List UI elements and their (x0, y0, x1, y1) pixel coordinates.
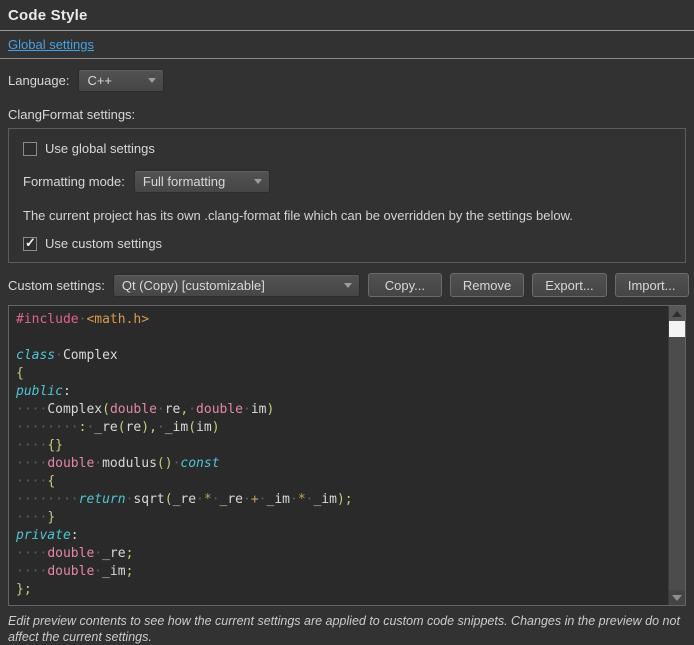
formatting-mode-dropdown-value: Full formatting (143, 174, 225, 189)
code-line: ····Complex(double·re,·double·im) (16, 401, 668, 419)
code-line: class·Complex (16, 347, 668, 365)
code-line: { (16, 365, 668, 383)
use-global-settings-checkbox[interactable] (23, 142, 37, 156)
code-line: }; (16, 581, 668, 599)
vertical-scrollbar[interactable] (668, 306, 685, 605)
triangle-up-icon (672, 311, 682, 317)
code-line: ····{} (16, 437, 668, 455)
use-custom-settings-checkbox-row[interactable]: Use custom settings (23, 236, 685, 251)
code-line: #include·<math.h> (16, 311, 668, 329)
scroll-down-button[interactable] (669, 590, 685, 605)
code-line: ····double·_im; (16, 563, 668, 581)
use-custom-settings-label: Use custom settings (45, 236, 162, 251)
global-settings-link[interactable]: Global settings (8, 37, 94, 52)
import-button[interactable]: Import... (615, 273, 689, 297)
copy-button[interactable]: Copy... (368, 273, 442, 297)
code-line: ········return·sqrt(_re·*·_re·+·_im·*·_i… (16, 491, 668, 509)
language-row: Language: C++ (8, 69, 694, 92)
scroll-up-button[interactable] (669, 306, 685, 321)
code-line: ····} (16, 509, 668, 527)
custom-settings-dropdown[interactable]: Qt (Copy) [customizable] (113, 274, 360, 297)
formatting-mode-row: Formatting mode: Full formatting (23, 170, 685, 193)
language-label: Language: (8, 73, 69, 88)
link-separator (0, 58, 694, 59)
custom-settings-row: Custom settings: Qt (Copy) [customizable… (8, 273, 694, 297)
use-global-settings-checkbox-row[interactable]: Use global settings (23, 141, 685, 156)
code-line: private: (16, 527, 668, 545)
triangle-down-icon (672, 595, 682, 601)
code-line: ····double·_re; (16, 545, 668, 563)
formatting-mode-label: Formatting mode: (23, 174, 125, 189)
code-lines[interactable]: #include·<math.h>class·Complex{public:··… (9, 311, 668, 605)
use-global-settings-label: Use global settings (45, 141, 155, 156)
remove-button[interactable]: Remove (450, 273, 524, 297)
code-line: public: (16, 383, 668, 401)
clangformat-groupbox: Use global settings Formatting mode: Ful… (8, 128, 686, 263)
code-line: ····double·modulus()·const (16, 455, 668, 473)
custom-settings-dropdown-value: Qt (Copy) [customizable] (122, 278, 265, 293)
code-preview-editor[interactable]: #include·<math.h>class·Complex{public:··… (8, 305, 686, 606)
export-button[interactable]: Export... (532, 273, 606, 297)
title-separator (0, 30, 694, 31)
code-style-settings-page: Code Style Global settings Language: C++… (0, 0, 694, 632)
scrollbar-thumb[interactable] (669, 321, 685, 337)
code-line: ····{ (16, 473, 668, 491)
clang-format-info-text: The current project has its own .clang-f… (23, 208, 685, 223)
clangformat-section-label: ClangFormat settings: (8, 107, 694, 122)
language-dropdown-value: C++ (87, 73, 112, 88)
footer-note: Edit preview contents to see how the cur… (8, 613, 686, 645)
custom-settings-label: Custom settings: (8, 278, 105, 293)
formatting-mode-dropdown[interactable]: Full formatting (134, 170, 270, 193)
scrollbar-track[interactable] (669, 337, 685, 590)
language-dropdown[interactable]: C++ (78, 69, 164, 92)
code-line: ········:·_re(re),·_im(im) (16, 419, 668, 437)
code-line (16, 329, 668, 347)
chevron-down-icon (254, 179, 262, 184)
page-title: Code Style (8, 7, 694, 24)
use-custom-settings-checkbox[interactable] (23, 237, 37, 251)
chevron-down-icon (148, 78, 156, 83)
chevron-down-icon (344, 283, 352, 288)
